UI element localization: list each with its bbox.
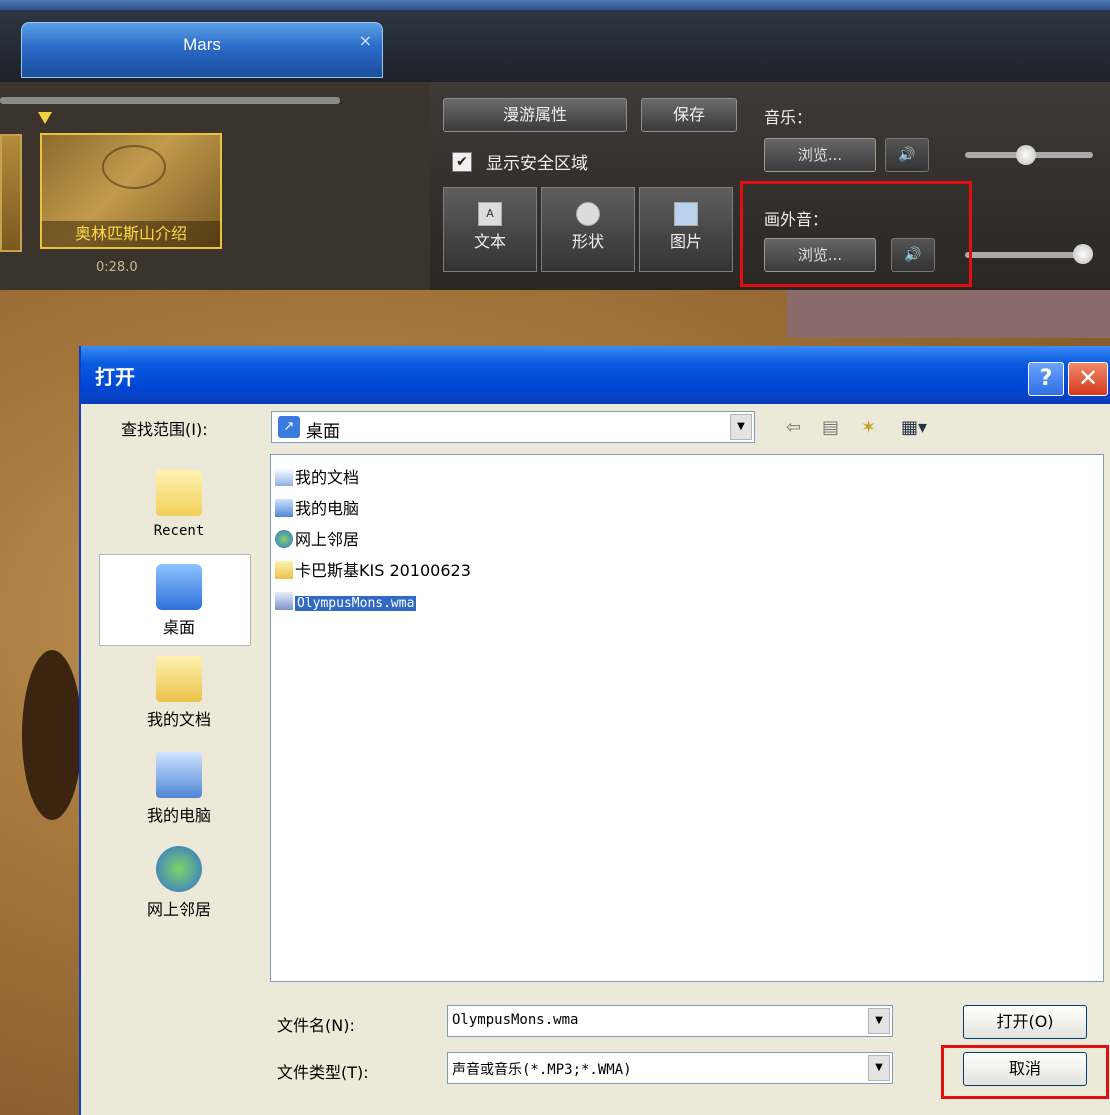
shape-tool-label: 形状 (571, 232, 604, 251)
filetype-label: 文件类型(T): (277, 1063, 369, 1082)
place-my-computer-label: 我的电脑 (146, 806, 211, 825)
place-desktop[interactable]: 桌面 (101, 564, 257, 638)
clip-thumbnail-image (102, 145, 166, 189)
open-file-dialog: 打开 ? ✕ 查找范围(I): ↗ 桌面 ▼ ⇦ ▤ ✶ ▦▾ Recent 桌… (79, 346, 1110, 1115)
voiceover-volume-knob[interactable] (1073, 244, 1093, 264)
list-item[interactable]: OlympusMons.wma (275, 591, 417, 613)
file-name: OlympusMons.wma (295, 596, 417, 611)
help-button[interactable]: ? (1028, 362, 1064, 396)
look-in-value: 桌面 (306, 422, 340, 442)
text-tool-button[interactable]: A 文本 (443, 187, 537, 272)
previous-clip-thumbnail[interactable] (0, 134, 22, 252)
place-my-documents-label: 我的文档 (146, 710, 211, 729)
shape-icon (576, 202, 600, 226)
shape-tool-button[interactable]: 形状 (541, 187, 635, 272)
mars-map-shadow (787, 290, 1110, 338)
dialog-title: 打开 (95, 365, 135, 389)
text-icon: A (478, 202, 502, 226)
file-name: 我的电脑 (295, 499, 360, 518)
place-desktop-label: 桌面 (162, 618, 195, 637)
image-tool-button[interactable]: 图片 (639, 187, 733, 272)
window-top-strip (0, 0, 1110, 10)
network-places-icon (275, 530, 293, 548)
chevron-down-icon[interactable]: ▼ (868, 1055, 890, 1081)
chevron-down-icon[interactable]: ▼ (868, 1008, 890, 1034)
tab-close-icon[interactable]: × (359, 31, 372, 50)
voiceover-highlight-box (740, 181, 972, 287)
timeline-scrollbar[interactable] (0, 97, 340, 104)
show-safe-area-checkbox[interactable]: ✔ (452, 152, 472, 172)
recent-folder-icon (156, 470, 202, 516)
view-menu-icon[interactable]: ▦▾ (901, 417, 927, 438)
filetype-value: 声音或音乐(*.MP3;*.WMA) (452, 1062, 632, 1078)
clip-title: 奥林匹斯山介绍 (42, 221, 220, 247)
save-button[interactable]: 保存 (641, 98, 737, 132)
up-folder-icon[interactable]: ▤ (822, 417, 839, 438)
tab-title: Mars (183, 35, 221, 54)
desktop-icon: ↗ (278, 416, 300, 438)
desktop-icon (156, 564, 202, 610)
mars-crater (22, 650, 82, 820)
file-name: 网上邻居 (295, 530, 360, 549)
my-documents-icon (275, 468, 293, 486)
open-button[interactable]: 打开(O) (963, 1005, 1087, 1039)
close-button[interactable]: ✕ (1068, 362, 1108, 396)
back-arrow-icon[interactable]: ⇦ (786, 417, 801, 438)
open-button-highlight-box (941, 1045, 1109, 1099)
place-recent[interactable]: Recent (101, 470, 257, 539)
wma-file-icon (275, 592, 293, 610)
place-network-label: 网上邻居 (146, 900, 211, 919)
dialog-titlebar[interactable]: 打开 ? ✕ (81, 346, 1110, 404)
filename-value: OlympusMons.wma (452, 1012, 579, 1028)
show-safe-area-label: 显示安全区域 (486, 154, 588, 174)
music-label: 音乐： (764, 108, 813, 127)
tour-properties-button[interactable]: 漫游属性 (443, 98, 627, 132)
music-browse-button[interactable]: 浏览... (764, 138, 876, 172)
look-in-dropdown[interactable]: ↗ 桌面 ▼ (271, 411, 755, 443)
folder-icon (275, 561, 293, 579)
my-computer-icon (275, 499, 293, 517)
filename-input[interactable]: OlympusMons.wma ▼ (447, 1005, 893, 1037)
text-tool-label: 文本 (473, 232, 506, 251)
tab-mars[interactable]: Mars × (21, 22, 383, 78)
place-network[interactable]: 网上邻居 (101, 846, 257, 920)
list-item[interactable]: 我的文档 (275, 467, 359, 489)
place-my-documents[interactable]: 我的文档 (101, 656, 257, 730)
file-name: 我的文档 (295, 468, 360, 487)
image-tool-label: 图片 (669, 232, 702, 251)
clip-marker-icon (38, 112, 52, 124)
place-my-computer[interactable]: 我的电脑 (101, 752, 257, 826)
file-list[interactable]: 我的文档 我的电脑 网上邻居 卡巴斯基KIS 20100623 OlympusM… (270, 454, 1104, 982)
filetype-dropdown[interactable]: 声音或音乐(*.MP3;*.WMA) ▼ (447, 1052, 893, 1084)
new-folder-icon[interactable]: ✶ (861, 417, 876, 438)
list-item[interactable]: 我的电脑 (275, 498, 359, 520)
image-icon (674, 202, 698, 226)
music-volume-knob[interactable] (1016, 145, 1036, 165)
clip-duration: 0:28.0 (96, 260, 138, 275)
file-name: 卡巴斯基KIS 20100623 (295, 561, 471, 580)
list-item[interactable]: 网上邻居 (275, 529, 359, 551)
my-computer-icon (156, 752, 202, 798)
network-places-icon (156, 846, 202, 892)
list-item[interactable]: 卡巴斯基KIS 20100623 (275, 560, 471, 582)
places-bar: Recent 桌面 我的文档 我的电脑 网上邻居 (101, 454, 261, 974)
clip-thumbnail[interactable]: 奥林匹斯山介绍 (40, 133, 222, 249)
my-documents-icon (156, 656, 202, 702)
place-recent-label: Recent (153, 523, 205, 539)
filename-label: 文件名(N): (277, 1016, 355, 1035)
chevron-down-icon[interactable]: ▼ (730, 414, 752, 440)
look-in-label: 查找范围(I): (121, 420, 208, 439)
music-volume-icon[interactable]: 🔊 (885, 138, 929, 172)
